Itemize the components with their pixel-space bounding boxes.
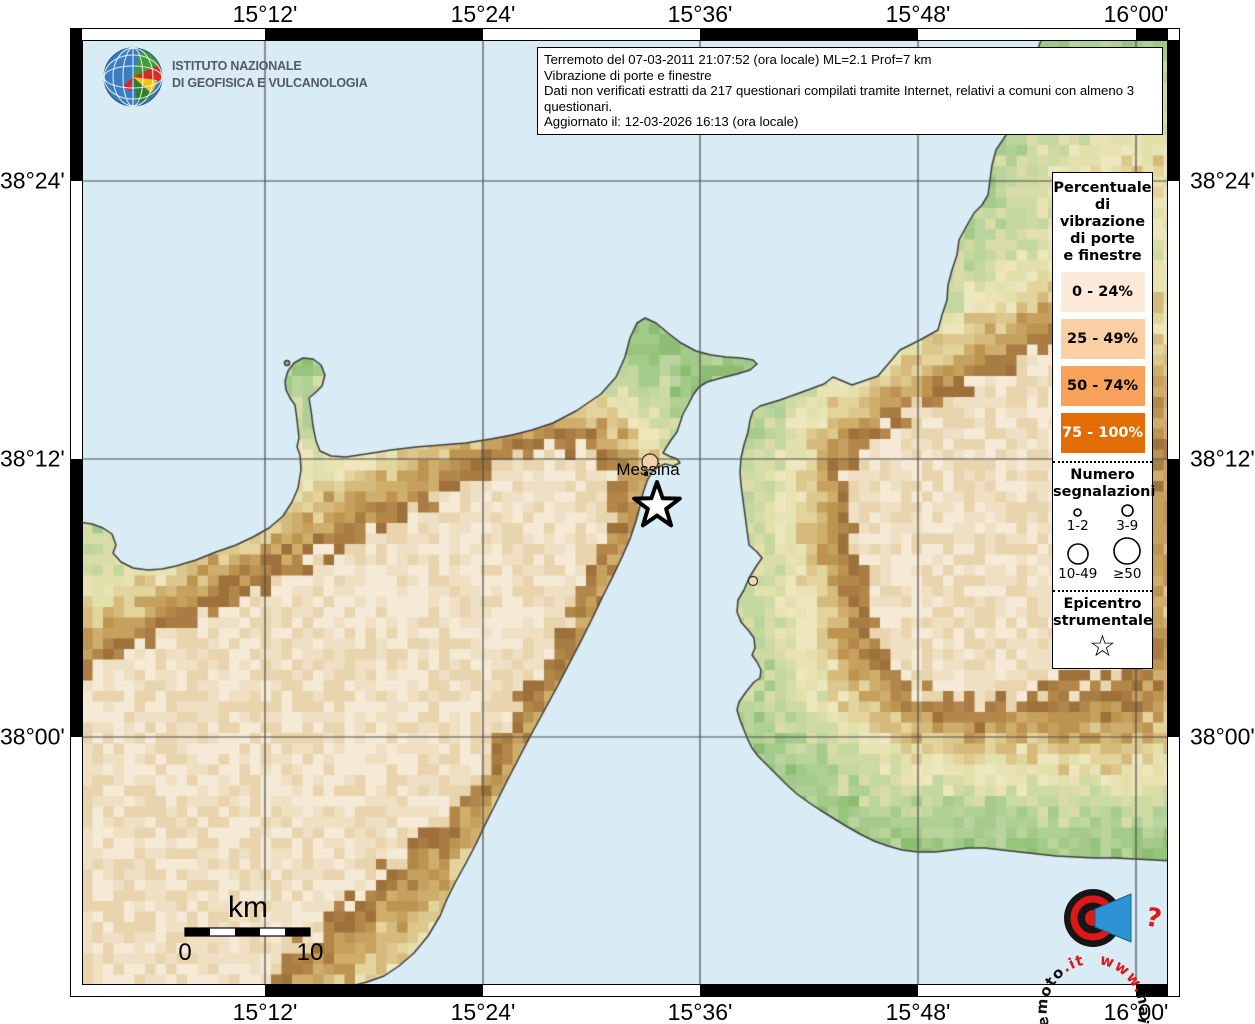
ingv-line2: DI GEOFISICA E VULCANOLOGIA: [172, 75, 368, 92]
legend-signal-item: 3-9: [1103, 503, 1151, 534]
legend-signal-sizes: 1-2 3-9 10-49 ≥50: [1053, 503, 1152, 582]
terrain-map: [82, 40, 1168, 985]
axis-label: 16°00': [1104, 1, 1169, 28]
axis-label: 38°12': [1190, 446, 1255, 473]
legend-class-swatch: 50 - 74%: [1061, 366, 1145, 406]
legend-title: Percentuale di vibrazione di porte e fin…: [1053, 180, 1152, 265]
axis-label: 38°12': [0, 446, 62, 473]
legend-class-swatch: 75 - 100%: [1061, 413, 1145, 453]
legend-signal-item: 10-49: [1054, 542, 1102, 582]
axis-label: 15°48': [886, 1, 951, 28]
map-page: www.haisentitoilterremoto.it ? 15°12'15°…: [0, 0, 1255, 1024]
legend-signal-label: 3-9: [1116, 519, 1138, 534]
info-line: Terremoto del 07-03-2011 21:07:52 (ora l…: [544, 52, 1156, 68]
legend-signals-title: Numero segnalazioni: [1053, 467, 1152, 501]
legend-divider: [1053, 590, 1152, 592]
legend-signals-title-line: segnalazioni: [1053, 484, 1152, 501]
legend-signal-item: ≥50: [1103, 536, 1151, 582]
ingv-line1: ISTITUTO NAZIONALE: [172, 58, 368, 75]
city-label: Messina: [616, 460, 679, 480]
scalebar-start: 0: [178, 939, 191, 967]
axis-label: 15°36': [668, 999, 733, 1024]
signal-circle-icon: [1066, 542, 1090, 566]
legend-color-classes: 0 - 24% 25 - 49% 50 - 74% 75 - 100%: [1053, 272, 1152, 453]
signal-circle-icon: [1072, 507, 1083, 518]
legend-signal-label: 1-2: [1067, 519, 1089, 534]
axis-label: 38°00': [1190, 724, 1255, 751]
signal-circle-icon: [1120, 503, 1135, 518]
axis-label: 15°12': [233, 1, 298, 28]
info-line: Dati non verificati estratti da 217 ques…: [544, 83, 1156, 114]
axis-label: 38°24': [0, 168, 62, 195]
legend-epicenter-line: strumentale: [1053, 613, 1152, 630]
legend-signal-item: 1-2: [1054, 507, 1102, 534]
legend-class-swatch: 0 - 24%: [1061, 272, 1145, 312]
legend-signal-label: 10-49: [1058, 567, 1097, 582]
scalebar-end: 10: [297, 939, 324, 967]
legend-signal-row: 1-2 3-9: [1053, 503, 1152, 534]
legend: Percentuale di vibrazione di porte e fin…: [1052, 172, 1153, 669]
earthquake-info-box: Terremoto del 07-03-2011 21:07:52 (ora l…: [537, 47, 1163, 135]
legend-title-line: di vibrazione: [1053, 197, 1152, 231]
axis-label: 15°24': [451, 1, 516, 28]
legend-signal-row: 10-49 ≥50: [1053, 536, 1152, 582]
axis-label: 38°00': [0, 724, 62, 751]
legend-signals-title-line: Numero: [1053, 467, 1152, 484]
axis-label: 38°24': [1190, 168, 1255, 195]
info-line: Aggiornato il: 12-03-2026 16:13 (ora loc…: [544, 114, 1156, 130]
legend-divider: [1053, 461, 1152, 463]
info-line: Vibrazione di porte e finestre: [544, 68, 1156, 84]
legend-star-icon: ☆: [1053, 632, 1152, 662]
legend-signal-label: ≥50: [1113, 567, 1142, 582]
legend-title-line: Percentuale: [1053, 180, 1152, 197]
scalebar-unit: km: [228, 891, 268, 925]
legend-epicenter-line: Epicentro: [1053, 596, 1152, 613]
ingv-logo-text: ISTITUTO NAZIONALE DI GEOFISICA E VULCAN…: [172, 58, 368, 92]
axis-label: 15°12': [233, 999, 298, 1024]
axis-label: 15°48': [886, 999, 951, 1024]
legend-title-line: di porte: [1053, 231, 1152, 248]
legend-title-line: e finestre: [1053, 248, 1152, 265]
axis-label: 16°00': [1104, 999, 1169, 1024]
signal-circle-icon: [1112, 536, 1142, 566]
legend-epicenter-title: Epicentro strumentale: [1053, 596, 1152, 630]
legend-class-swatch: 25 - 49%: [1061, 319, 1145, 359]
axis-label: 15°24': [451, 999, 516, 1024]
axis-label: 15°36': [668, 1, 733, 28]
